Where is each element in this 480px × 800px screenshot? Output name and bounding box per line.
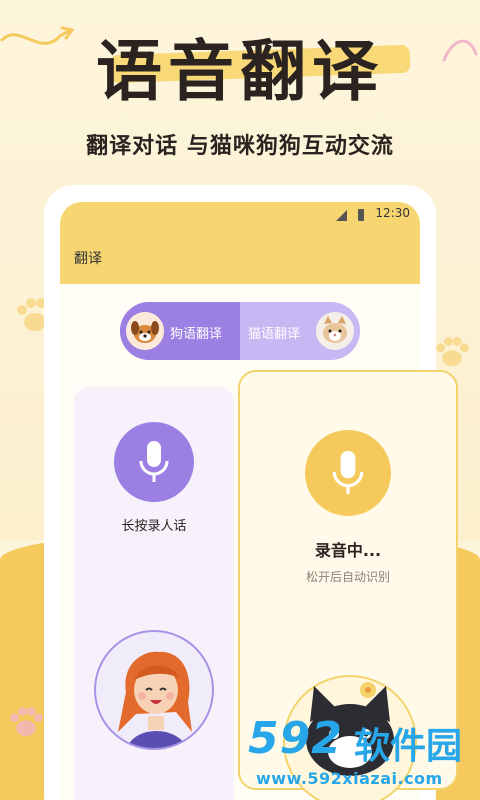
tab-dog-translate[interactable]: 狗语翻译 [120, 302, 240, 360]
recording-mic-button[interactable] [305, 430, 391, 516]
watermark-number: 592 [248, 713, 343, 764]
cat-avatar [316, 312, 354, 350]
girl-illustration [94, 630, 214, 750]
status-time: 12:30 [375, 206, 410, 220]
watermark: 592 软件园 www.592xiazai.com [238, 713, 478, 793]
recording-status: 录音中... [314, 541, 382, 560]
app-bar: 12:30 翻译 [60, 202, 420, 284]
paw-icon [436, 337, 469, 367]
tab-dog-label: 狗语翻译 [170, 327, 223, 342]
headline: 语音翻译 [96, 32, 384, 110]
dog-avatar [126, 312, 164, 350]
watermark-url: www.592xiazai.com [256, 769, 443, 788]
hold-to-record-label: 长按录人话 [121, 519, 187, 534]
release-hint: 松开后自动识别 [305, 570, 390, 584]
subtitle: 翻译对话 与猫咪狗狗互动交流 [86, 134, 394, 159]
app-title: 翻译 [74, 251, 102, 267]
microphone-icon [332, 450, 364, 495]
tab-cat-translate[interactable]: 猫语翻译 [240, 302, 360, 360]
tab-cat-label: 猫语翻译 [248, 327, 301, 342]
human-voice-card: 长按录人话 [74, 387, 234, 800]
watermark-brand: 软件园 [354, 726, 463, 767]
signal-icon [336, 209, 364, 221]
language-toggle: 狗语翻译 猫语翻译 [120, 302, 360, 360]
microphone-icon [139, 441, 169, 482]
record-human-button[interactable] [114, 422, 194, 502]
paw-icon [10, 707, 43, 737]
